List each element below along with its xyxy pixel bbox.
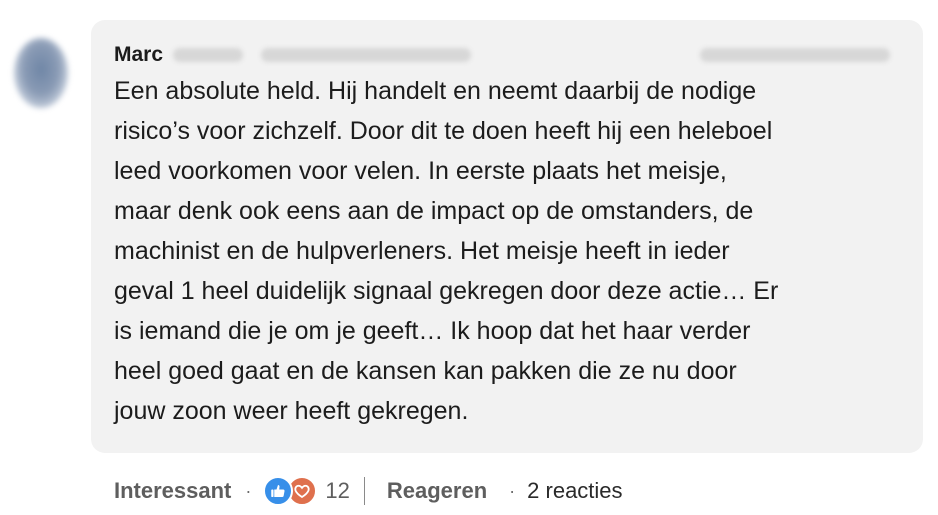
- reply-button[interactable]: Reageren: [387, 478, 487, 504]
- comment-line: leed voorkomen voor velen. In eerste pla…: [114, 157, 727, 185]
- reaction-count[interactable]: 12: [325, 478, 349, 504]
- comment-author-row: Marc: [114, 40, 472, 70]
- separator-dot: ·: [509, 480, 516, 501]
- author-name[interactable]: Marc: [114, 43, 163, 67]
- react-button[interactable]: Interessant: [114, 478, 231, 504]
- comment-line: maar denk ook eens aan de impact op de o…: [114, 197, 754, 225]
- comment-line: jouw zoon weer heeft gekregen.: [114, 397, 469, 425]
- comment-line: Een absolute held. Hij handelt en neemt …: [114, 77, 757, 105]
- thumbs-up-icon[interactable]: [263, 476, 294, 506]
- separator-dot: ·: [245, 480, 252, 501]
- comment-line: machinist en de hulpverleners. Het meisj…: [114, 237, 730, 265]
- comment-line: risico’s voor zichzelf. Door dit te doen…: [114, 117, 773, 145]
- comment-actions: Interessant · 12 Reageren · 2 reacties: [114, 473, 623, 509]
- divider: [363, 477, 365, 505]
- comment-line: geval 1 heel duidelijk signaal gekregen …: [114, 277, 779, 305]
- comment-line: is iemand die je om je geeft… Ik hoop da…: [114, 317, 751, 345]
- comment-line: heel goed gaat en de kansen kan pakken d…: [114, 357, 737, 385]
- avatar[interactable]: [14, 38, 68, 108]
- replies-count-link[interactable]: 2 reacties: [527, 478, 622, 504]
- author-headline-redacted: [261, 48, 472, 62]
- author-name-redacted: [173, 48, 244, 62]
- comment-timestamp-redacted: [700, 48, 890, 62]
- comment-text: Een absolute held. Hij handelt en neemt …: [114, 71, 904, 431]
